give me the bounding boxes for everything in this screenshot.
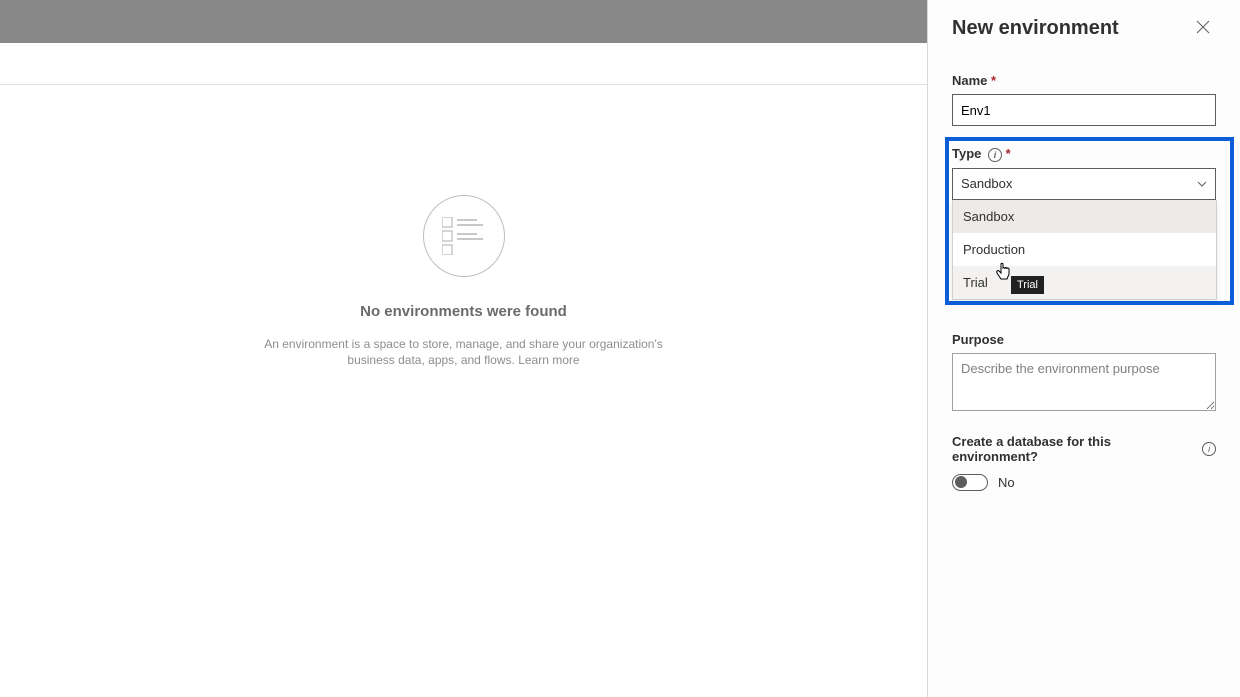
empty-state-illustration	[423, 195, 505, 277]
type-option-trial-label: Trial	[963, 275, 988, 290]
type-select[interactable]: Sandbox	[952, 168, 1216, 200]
empty-state-title: No environments were found	[360, 303, 567, 320]
close-icon	[1196, 20, 1210, 34]
database-label: Create a database for this environment?	[952, 434, 1194, 464]
close-button[interactable]	[1190, 14, 1216, 43]
type-option-production[interactable]: Production	[953, 233, 1216, 266]
database-toggle-row: No	[952, 474, 1216, 491]
type-label: Type i *	[952, 146, 1216, 162]
chevron-down-icon	[1197, 178, 1207, 190]
database-field-group: Create a database for this environment? …	[952, 434, 1216, 491]
name-field-group: Name *	[952, 73, 1216, 126]
database-toggle-value: No	[998, 475, 1015, 490]
list-icon	[442, 217, 486, 255]
empty-state-description: An environment is a space to store, mana…	[244, 336, 684, 368]
command-bar	[0, 43, 927, 85]
info-icon[interactable]: i	[988, 148, 1002, 162]
type-field-group: Type i * Sandbox Sandbox Production Tria…	[952, 146, 1216, 200]
main-content: No environments were found An environmen…	[0, 85, 927, 368]
top-bar	[0, 0, 927, 43]
name-label-text: Name	[952, 73, 987, 88]
database-label-row: Create a database for this environment? …	[952, 434, 1216, 464]
type-label-text: Type	[952, 146, 981, 161]
type-selected-value: Sandbox	[961, 176, 1012, 191]
name-input[interactable]	[952, 94, 1216, 126]
purpose-label: Purpose	[952, 332, 1216, 347]
purpose-field-group: Purpose	[952, 332, 1216, 414]
database-toggle[interactable]	[952, 474, 988, 491]
empty-desc-text: An environment is a space to store, mana…	[264, 337, 663, 367]
type-option-sandbox[interactable]: Sandbox	[953, 200, 1216, 233]
type-dropdown: Sandbox Production Trial Trial	[952, 200, 1217, 300]
required-indicator: *	[991, 73, 996, 88]
purpose-textarea[interactable]	[952, 353, 1216, 411]
panel-header: New environment	[952, 14, 1216, 43]
info-icon[interactable]: i	[1202, 442, 1216, 456]
name-label: Name *	[952, 73, 1216, 88]
new-environment-panel: New environment Name * Type i * Sandbox	[927, 0, 1240, 697]
trial-tooltip: Trial	[1011, 276, 1044, 294]
panel-title: New environment	[952, 17, 1119, 40]
required-indicator: *	[1006, 146, 1011, 161]
type-select-wrap: Sandbox Sandbox Production Trial Trial	[952, 168, 1216, 200]
learn-more-link[interactable]: Learn more	[518, 353, 579, 367]
type-option-trial[interactable]: Trial Trial	[953, 266, 1216, 299]
